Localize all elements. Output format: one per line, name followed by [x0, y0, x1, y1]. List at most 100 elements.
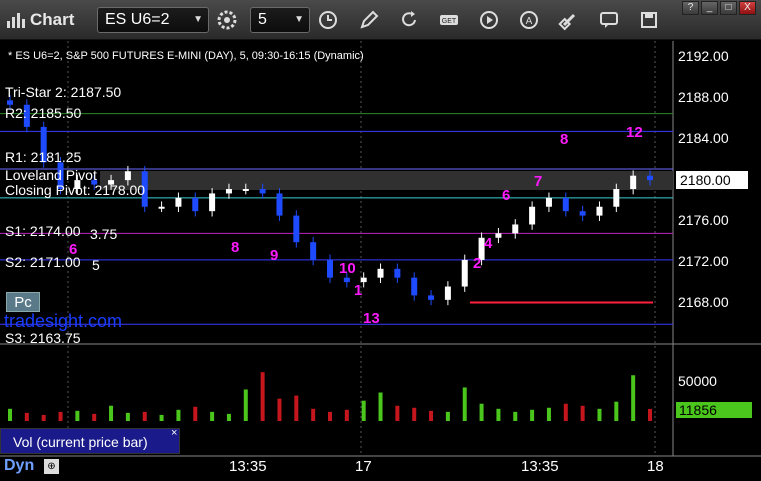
volume-bar	[243, 389, 248, 421]
volume-bar	[378, 392, 383, 421]
candle-body	[596, 206, 603, 216]
candle-body	[495, 233, 502, 238]
toolbar: Chart ES U6=2 ▼ 5 ▼ GET A ? _ □ X	[0, 0, 761, 40]
candle-body	[192, 197, 199, 212]
count-marker: 8	[560, 131, 569, 148]
candle-body	[175, 197, 182, 207]
chat-icon[interactable]	[598, 9, 620, 31]
alert-icon[interactable]: A	[518, 9, 540, 31]
play-icon[interactable]	[478, 9, 500, 31]
candle-body	[461, 259, 468, 287]
candle-body	[225, 189, 232, 194]
volume-bar	[344, 409, 349, 421]
svg-text:GET: GET	[442, 18, 457, 25]
count-marker: 12	[626, 124, 643, 141]
candle-body	[124, 171, 131, 181]
volume-bar	[311, 408, 316, 421]
candle-body	[276, 193, 283, 216]
clock-icon[interactable]	[317, 9, 339, 31]
volume-bar	[226, 413, 231, 421]
candle-body	[343, 277, 350, 283]
chart-header: * ES U6=2, S&P 500 FUTURES E-MINI (DAY),…	[8, 50, 364, 62]
time-axis-label: 18	[647, 458, 664, 475]
volume-bar	[109, 405, 114, 421]
volume-bar	[41, 414, 46, 421]
volume-bar	[142, 411, 147, 421]
volume-bar	[546, 407, 551, 421]
symbol-value: ES U6=2	[105, 11, 170, 28]
price-chart[interactable]	[0, 41, 761, 481]
candle-body	[545, 197, 552, 207]
dyn-label[interactable]: Dyn	[4, 457, 34, 475]
count-marker: 10	[339, 260, 356, 277]
price-axis-label: 2184.00	[678, 130, 729, 146]
candle-body	[444, 286, 451, 300]
count-marker: 1	[354, 282, 363, 299]
symbol-combo[interactable]: ES U6=2 ▼	[97, 7, 209, 33]
price-axis-label: 2172.00	[678, 253, 729, 269]
volume-bar	[462, 387, 467, 421]
s1-label: S1: 2174.00	[5, 223, 81, 239]
volume-bar	[361, 400, 366, 421]
volume-bar	[395, 405, 400, 421]
pencil-icon[interactable]	[358, 9, 380, 31]
s3-label: S3: 2163.75	[5, 330, 81, 346]
svg-text:A: A	[526, 16, 533, 27]
volume-bar	[513, 411, 518, 421]
count-marker: 4	[484, 235, 493, 252]
candle-body	[259, 189, 266, 194]
volume-bar	[479, 403, 484, 421]
refresh-icon[interactable]	[398, 9, 420, 31]
candle-body	[647, 175, 653, 181]
chevron-down-icon: ▼	[193, 14, 203, 25]
candle-body	[327, 259, 333, 278]
pc-button[interactable]: Pc	[6, 292, 40, 312]
volume-bar	[412, 407, 417, 421]
volume-bar	[92, 413, 97, 421]
candle-body	[428, 295, 435, 300]
volume-bar	[193, 406, 198, 421]
price-axis-label: 2168.00	[678, 294, 729, 310]
candle-body	[394, 268, 401, 278]
volume-bar	[597, 408, 602, 421]
volume-bar	[530, 409, 535, 421]
volume-bar	[75, 410, 80, 421]
candle-body	[562, 197, 569, 212]
volume-bar	[277, 398, 282, 421]
s2-extra-label: 5	[92, 257, 100, 273]
volume-bar	[294, 395, 299, 421]
interval-value: 5	[258, 11, 267, 28]
minimize-button[interactable]: _	[701, 1, 718, 15]
close-button[interactable]: X	[739, 1, 756, 15]
volume-bar	[176, 409, 181, 421]
volume-bar	[429, 410, 434, 421]
window-title: Chart	[30, 10, 75, 29]
current-price-tag: 2180.00	[676, 171, 748, 189]
time-axis-label: 13:35	[521, 458, 559, 475]
settings-icon[interactable]	[216, 9, 238, 31]
dyn-icon[interactable]: ⊕	[44, 459, 59, 474]
get-icon[interactable]: GET	[438, 9, 460, 31]
volume-bar	[614, 401, 619, 421]
interval-combo[interactable]: 5 ▼	[250, 7, 310, 33]
price-axis-label: 2192.00	[678, 48, 729, 64]
candle-body	[411, 277, 418, 296]
count-marker: 7	[534, 173, 543, 190]
candle-body	[158, 206, 165, 209]
volume-bar	[8, 408, 12, 421]
volume-axis-label: 50000	[678, 373, 717, 389]
candle-body	[377, 268, 384, 278]
candle-body	[630, 175, 637, 189]
save-icon[interactable]	[638, 9, 660, 31]
volume-bar	[328, 411, 332, 421]
count-marker: 8	[231, 239, 240, 256]
volume-bar	[631, 375, 636, 421]
candle-body	[242, 189, 249, 191]
volume-bar	[24, 412, 29, 421]
count-marker: 13	[363, 310, 380, 327]
legend-close-button[interactable]: ×	[171, 427, 177, 439]
help-button[interactable]: ?	[682, 1, 699, 15]
maximize-button[interactable]: □	[720, 1, 737, 15]
price-axis-label: 2176.00	[678, 212, 729, 228]
link-icon[interactable]	[558, 9, 580, 31]
